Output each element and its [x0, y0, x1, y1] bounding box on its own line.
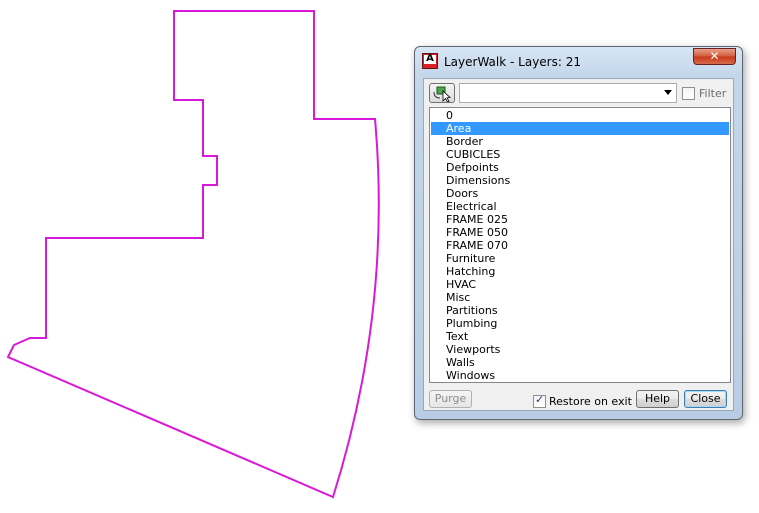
layer-list-item[interactable]: FRAME 025	[431, 213, 729, 226]
title-bar[interactable]: A LayerWalk - Layers: 21 ✕	[415, 47, 742, 77]
layer-list-item[interactable]: Plumbing	[431, 317, 729, 330]
layer-list-item[interactable]: Hatching	[431, 265, 729, 278]
layer-list-item[interactable]: HVAC	[431, 278, 729, 291]
layer-list-item[interactable]: Text	[431, 330, 729, 343]
layer-list-item[interactable]: Furniture	[431, 252, 729, 265]
close-window-button[interactable]: ✕	[693, 48, 736, 65]
layer-list-item[interactable]: Doors	[431, 187, 729, 200]
select-objects-button[interactable]	[429, 83, 455, 103]
layerwalk-dialog: A LayerWalk - Layers: 21 ✕ Filter 0 Area B…	[414, 46, 743, 420]
layer-list-item[interactable]: Walls	[431, 356, 729, 369]
layer-list-item[interactable]: Defpoints	[431, 161, 729, 174]
layer-list-item[interactable]: Area	[431, 122, 729, 135]
filter-label: Filter	[699, 87, 727, 100]
layer-list-item[interactable]: Dimensions	[431, 174, 729, 187]
filter-checkbox[interactable]	[682, 87, 695, 100]
dialog-title: LayerWalk - Layers: 21	[444, 55, 581, 69]
layer-list-item[interactable]: Border	[431, 135, 729, 148]
chevron-down-icon[interactable]	[664, 90, 672, 95]
floor-plan-outline	[6, 10, 380, 499]
dialog-client-area: Filter 0 Area Border CUBICLES Defpoints Dimen…	[423, 78, 734, 411]
layer-list-item[interactable]: Partitions	[431, 304, 729, 317]
layer-list[interactable]: 0 Area Border CUBICLES Defpoints Dimensions Do…	[429, 107, 731, 383]
close-button[interactable]: Close	[684, 390, 727, 408]
layer-list-item[interactable]: Misc	[431, 291, 729, 304]
layer-list-item[interactable]: Windows	[431, 369, 729, 382]
layer-list-item[interactable]: FRAME 070	[431, 239, 729, 252]
purge-button[interactable]: Purge	[429, 390, 472, 408]
layer-list-item[interactable]: Viewports	[431, 343, 729, 356]
layer-list-item[interactable]: CUBICLES	[431, 148, 729, 161]
close-icon: ✕	[709, 49, 720, 63]
layer-filter-combo[interactable]	[459, 83, 677, 103]
layer-list-item[interactable]: FRAME 050	[431, 226, 729, 239]
checkmark-icon: ✓	[535, 393, 545, 406]
layer-list-item[interactable]: Electrical	[431, 200, 729, 213]
help-button[interactable]: Help	[636, 390, 679, 408]
autocad-icon: A	[422, 53, 438, 69]
layer-list-item[interactable]: 0	[431, 109, 729, 122]
select-objects-icon	[433, 86, 451, 103]
restore-on-exit-label: Restore on exit	[549, 395, 632, 408]
restore-on-exit-checkbox[interactable]: ✓	[533, 393, 546, 408]
